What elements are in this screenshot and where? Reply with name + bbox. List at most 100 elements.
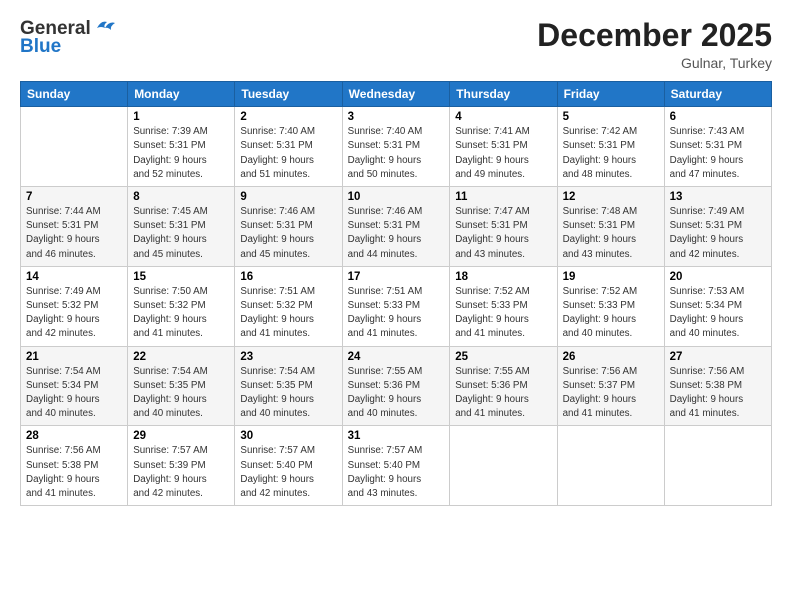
day-info: Sunrise: 7:55 AM Sunset: 5:36 PM Dayligh… (348, 365, 445, 422)
day-cell: 26Sunrise: 7:56 AM Sunset: 5:37 PM Dayli… (557, 346, 664, 426)
day-info: Sunrise: 7:55 AM Sunset: 5:36 PM Dayligh… (455, 365, 551, 422)
day-info: Sunrise: 7:39 AM Sunset: 5:31 PM Dayligh… (133, 125, 229, 182)
day-number: 28 (26, 430, 122, 442)
day-info: Sunrise: 7:54 AM Sunset: 5:34 PM Dayligh… (26, 365, 122, 422)
day-number: 3 (348, 111, 445, 123)
col-header-friday: Friday (557, 82, 664, 107)
day-cell: 2 Sunrise: 7:40 AM Sunset: 5:31 PM Daylig… (235, 107, 342, 187)
day-cell: 27Sunrise: 7:56 AM Sunset: 5:38 PM Dayli… (664, 346, 771, 426)
day-cell: 11Sunrise: 7:47 AM Sunset: 5:31 PM Dayli… (450, 187, 557, 267)
day-info: Sunrise: 7:53 AM Sunset: 5:34 PM Dayligh… (670, 285, 766, 342)
day-number: 16 (240, 271, 336, 283)
day-info: Sunrise: 7:40 AM Sunset: 5:31 PM Dayligh… (348, 125, 445, 182)
day-info: Sunrise: 7:50 AM Sunset: 5:32 PM Dayligh… (133, 285, 229, 342)
day-cell: 19Sunrise: 7:52 AM Sunset: 5:33 PM Dayli… (557, 266, 664, 346)
day-info: Sunrise: 7:56 AM Sunset: 5:38 PM Dayligh… (26, 444, 122, 501)
day-info: Sunrise: 7:46 AM Sunset: 5:31 PM Dayligh… (348, 205, 445, 262)
day-info: Sunrise: 7:54 AM Sunset: 5:35 PM Dayligh… (240, 365, 336, 422)
day-info: Sunrise: 7:56 AM Sunset: 5:38 PM Dayligh… (670, 365, 766, 422)
day-number: 7 (26, 191, 122, 203)
day-cell: 6 Sunrise: 7:43 AM Sunset: 5:31 PM Daylig… (664, 107, 771, 187)
week-row-1: 1 Sunrise: 7:39 AM Sunset: 5:31 PM Daylig… (21, 107, 772, 187)
week-row-3: 14Sunrise: 7:49 AM Sunset: 5:32 PM Dayli… (21, 266, 772, 346)
day-info: Sunrise: 7:42 AM Sunset: 5:31 PM Dayligh… (563, 125, 659, 182)
day-number: 10 (348, 191, 445, 203)
day-number: 30 (240, 430, 336, 442)
day-cell: 21 Sunrise: 7:54 AM Sunset: 5:34 PM Dayli… (21, 346, 128, 426)
month-title: December 2025 (537, 18, 772, 53)
day-number: 25 (455, 351, 551, 363)
page: General Blue December 2025 Gulnar, Turke… (0, 0, 792, 612)
day-info: Sunrise: 7:40 AM Sunset: 5:31 PM Dayligh… (240, 125, 336, 182)
day-cell: 15 Sunrise: 7:50 AM Sunset: 5:32 PM Dayli… (128, 266, 235, 346)
day-cell: 16 Sunrise: 7:51 AM Sunset: 5:32 PM Dayli… (235, 266, 342, 346)
col-header-monday: Monday (128, 82, 235, 107)
day-info: Sunrise: 7:57 AM Sunset: 5:40 PM Dayligh… (240, 444, 336, 501)
day-number: 5 (563, 111, 659, 123)
day-info: Sunrise: 7:57 AM Sunset: 5:39 PM Dayligh… (133, 444, 229, 501)
day-number: 15 (133, 271, 229, 283)
day-number: 29 (133, 430, 229, 442)
day-number: 31 (348, 430, 445, 442)
day-info: Sunrise: 7:56 AM Sunset: 5:37 PM Dayligh… (563, 365, 659, 422)
day-number: 9 (240, 191, 336, 203)
day-number: 8 (133, 191, 229, 203)
day-cell: 17Sunrise: 7:51 AM Sunset: 5:33 PM Dayli… (342, 266, 450, 346)
day-number: 6 (670, 111, 766, 123)
day-cell (21, 107, 128, 187)
day-number: 17 (348, 271, 445, 283)
col-header-wednesday: Wednesday (342, 82, 450, 107)
week-row-4: 21 Sunrise: 7:54 AM Sunset: 5:34 PM Dayli… (21, 346, 772, 426)
day-info: Sunrise: 7:49 AM Sunset: 5:31 PM Dayligh… (670, 205, 766, 262)
day-cell: 12Sunrise: 7:48 AM Sunset: 5:31 PM Dayli… (557, 187, 664, 267)
day-number: 4 (455, 111, 551, 123)
day-cell: 8Sunrise: 7:45 AM Sunset: 5:31 PM Daylig… (128, 187, 235, 267)
day-info: Sunrise: 7:44 AM Sunset: 5:31 PM Dayligh… (26, 205, 122, 262)
day-cell: 28 Sunrise: 7:56 AM Sunset: 5:38 PM Dayli… (21, 426, 128, 506)
day-number: 2 (240, 111, 336, 123)
col-header-thursday: Thursday (450, 82, 557, 107)
title-block: December 2025 Gulnar, Turkey (537, 18, 772, 71)
logo-bird-icon (93, 18, 115, 36)
day-cell: 31 Sunrise: 7:57 AM Sunset: 5:40 PM Dayli… (342, 426, 450, 506)
day-number: 12 (563, 191, 659, 203)
day-cell: 3 Sunrise: 7:40 AM Sunset: 5:31 PM Daylig… (342, 107, 450, 187)
day-info: Sunrise: 7:43 AM Sunset: 5:31 PM Dayligh… (670, 125, 766, 182)
col-header-sunday: Sunday (21, 82, 128, 107)
day-cell: 5 Sunrise: 7:42 AM Sunset: 5:31 PM Daylig… (557, 107, 664, 187)
day-cell: 9Sunrise: 7:46 AM Sunset: 5:31 PM Daylig… (235, 187, 342, 267)
day-cell: 29 Sunrise: 7:57 AM Sunset: 5:39 PM Dayli… (128, 426, 235, 506)
day-info: Sunrise: 7:41 AM Sunset: 5:31 PM Dayligh… (455, 125, 551, 182)
day-cell: 20 Sunrise: 7:53 AM Sunset: 5:34 PM Dayli… (664, 266, 771, 346)
day-cell: 22 Sunrise: 7:54 AM Sunset: 5:35 PM Dayli… (128, 346, 235, 426)
header: General Blue December 2025 Gulnar, Turke… (20, 18, 772, 71)
day-cell: 14Sunrise: 7:49 AM Sunset: 5:32 PM Dayli… (21, 266, 128, 346)
day-number: 20 (670, 271, 766, 283)
day-cell: 10 Sunrise: 7:46 AM Sunset: 5:31 PM Dayli… (342, 187, 450, 267)
col-header-tuesday: Tuesday (235, 82, 342, 107)
day-info: Sunrise: 7:57 AM Sunset: 5:40 PM Dayligh… (348, 444, 445, 501)
day-cell: 25 Sunrise: 7:55 AM Sunset: 5:36 PM Dayli… (450, 346, 557, 426)
day-cell (450, 426, 557, 506)
day-info: Sunrise: 7:54 AM Sunset: 5:35 PM Dayligh… (133, 365, 229, 422)
logo-blue: Blue (20, 36, 61, 58)
day-cell: 13 Sunrise: 7:49 AM Sunset: 5:31 PM Dayli… (664, 187, 771, 267)
day-info: Sunrise: 7:49 AM Sunset: 5:32 PM Dayligh… (26, 285, 122, 342)
day-number: 13 (670, 191, 766, 203)
day-cell: 30 Sunrise: 7:57 AM Sunset: 5:40 PM Dayli… (235, 426, 342, 506)
day-cell: 23 Sunrise: 7:54 AM Sunset: 5:35 PM Dayli… (235, 346, 342, 426)
day-cell: 7 Sunrise: 7:44 AM Sunset: 5:31 PM Daylig… (21, 187, 128, 267)
day-number: 22 (133, 351, 229, 363)
day-cell: 4 Sunrise: 7:41 AM Sunset: 5:31 PM Daylig… (450, 107, 557, 187)
day-number: 1 (133, 111, 229, 123)
logo: General Blue (20, 18, 115, 58)
day-cell (557, 426, 664, 506)
day-number: 19 (563, 271, 659, 283)
day-info: Sunrise: 7:51 AM Sunset: 5:32 PM Dayligh… (240, 285, 336, 342)
week-row-5: 28 Sunrise: 7:56 AM Sunset: 5:38 PM Dayli… (21, 426, 772, 506)
day-cell: 1 Sunrise: 7:39 AM Sunset: 5:31 PM Daylig… (128, 107, 235, 187)
day-number: 24 (348, 351, 445, 363)
day-number: 21 (26, 351, 122, 363)
day-info: Sunrise: 7:52 AM Sunset: 5:33 PM Dayligh… (455, 285, 551, 342)
day-number: 23 (240, 351, 336, 363)
